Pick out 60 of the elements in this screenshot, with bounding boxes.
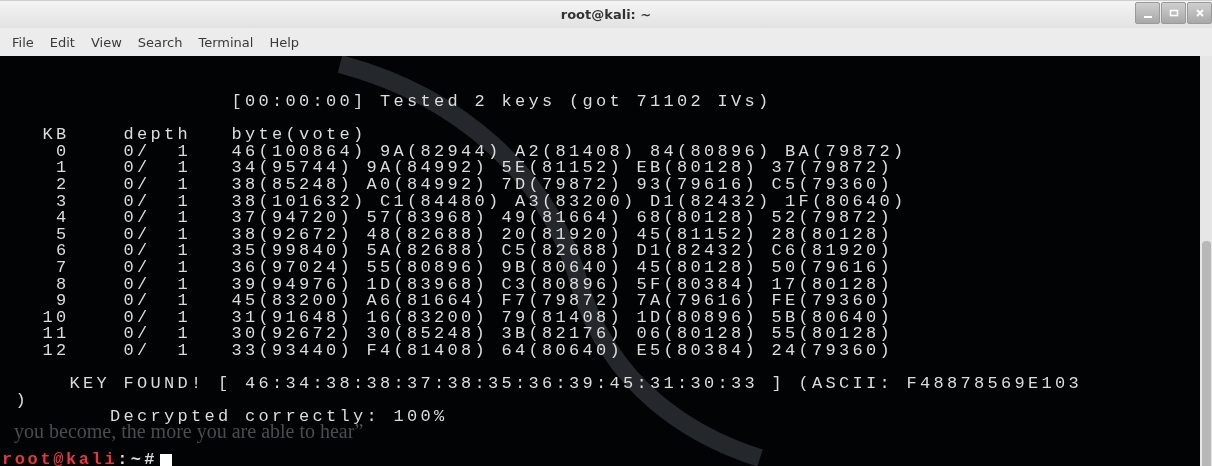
column-header: KB (41, 127, 70, 144)
status-line: [00:00:00] Tested 2 keys (got 71102 IVs) (231, 94, 772, 111)
kb-cell-text: 11 (41, 326, 70, 343)
kb-cell-text: 4 (55, 210, 70, 227)
column-header: byte(vote) (231, 127, 367, 144)
votes-cell: 38(92672) 48(82688) 20(81920) 45(81152) 28(80128) (231, 226, 894, 244)
depth-cell-text: 0/ 1 (123, 160, 192, 177)
kb-cell-text: 12 (41, 342, 70, 360)
depth-cell-text: 0/ 1 (123, 259, 192, 277)
votes-cell: 35(99840) 5A(82688) C5(82688) D1(82432) C6(81920) (231, 243, 894, 260)
kb-cell-text: 5 (55, 226, 70, 244)
close-button[interactable] (1187, 2, 1212, 24)
menu-item[interactable]: File (4, 32, 42, 52)
kb-cell-text: 3 (55, 193, 70, 211)
column-header: depth (123, 127, 192, 144)
kb-cell-text: 9 (55, 293, 70, 310)
votes-cell: 33(93440) F4(81408) 64(80640) E5(80384) 24(79360) (231, 342, 894, 360)
depth-cell-text: 0/ 1 (123, 143, 192, 161)
depth-cell-text: 0/ 1 (123, 243, 192, 260)
kb-cell-text: 10 (41, 309, 70, 327)
kb-cell-text: 6 (55, 243, 70, 260)
votes-cell: 31(91648) 16(83200) 79(81408) 1D(80896) 5B(80640) (231, 309, 894, 327)
depth-cell-text: 0/ 1 (123, 309, 192, 327)
votes-cell: 36(97024) 55(80896) 9B(80640) 45(80128) 50(79616) (231, 259, 894, 277)
depth-cell-text: 0/ 1 (123, 226, 192, 244)
prompt-user-host: root@kali (2, 452, 118, 466)
votes-cell: 34(95744) 9A(84992) 5E(81152) EB(80128) 37(79872) (231, 160, 894, 177)
cursor-block (159, 453, 172, 466)
depth-cell-text: 0/ 1 (123, 326, 192, 343)
depth-cell-text: 0/ 1 (123, 210, 192, 227)
prompt-symbol: :~# (117, 452, 158, 466)
menu-item[interactable]: View (82, 32, 130, 52)
window-title: root@kali: ~ (560, 7, 652, 22)
votes-cell: 45(83200) A6(81664) F7(79872) 7A(79616) FE(79360) (231, 293, 894, 310)
key-found-line-end: ) (15, 392, 29, 410)
kb-cell-text: 0 (55, 143, 70, 161)
menu-item[interactable]: Terminal (190, 32, 262, 52)
depth-cell-text: 0/ 1 (123, 342, 192, 360)
depth-cell-text: 0/ 1 (123, 176, 192, 194)
votes-cell: 46(100864) 9A(82944) A2(81408) 84(80896) BA(79872) (231, 143, 907, 161)
key-found-line: KEY FOUND! [ 46:34:38:38:37:38:35:36:39:45:31:30:33 ] (ASCII: F48878569E103 (69, 376, 1083, 393)
depth-cell-text: 0/ 1 (123, 293, 192, 310)
kb-cell-text: 7 (55, 259, 70, 277)
kb-cell-text: 1 (55, 160, 70, 177)
depth-cell-text: 0/ 1 (123, 193, 192, 211)
depth-cell-text: 0/ 1 (123, 276, 192, 294)
maximize-icon (1168, 8, 1179, 18)
maximize-button[interactable] (1161, 2, 1186, 24)
votes-cell: 38(85248) A0(84992) 7D(79872) 93(79616) C5(79360) (231, 176, 894, 194)
scrollbar-thumb[interactable] (1202, 241, 1211, 466)
menu-item[interactable]: Edit (41, 32, 83, 52)
menu-item[interactable]: Help (261, 32, 308, 52)
menu-item[interactable]: Search (129, 32, 191, 52)
minimize-button[interactable] (1135, 2, 1160, 24)
kb-cell-text: 8 (55, 276, 70, 294)
votes-cell: 37(94720) 57(83968) 49(81664) 68(80128) 52(79872) (231, 210, 894, 227)
votes-cell: 30(92672) 30(85248) 3B(82176) 06(80128) 55(80128) (231, 326, 894, 343)
minimize-icon (1143, 16, 1152, 18)
close-icon (1194, 8, 1205, 18)
kb-cell-text: 2 (55, 176, 70, 194)
